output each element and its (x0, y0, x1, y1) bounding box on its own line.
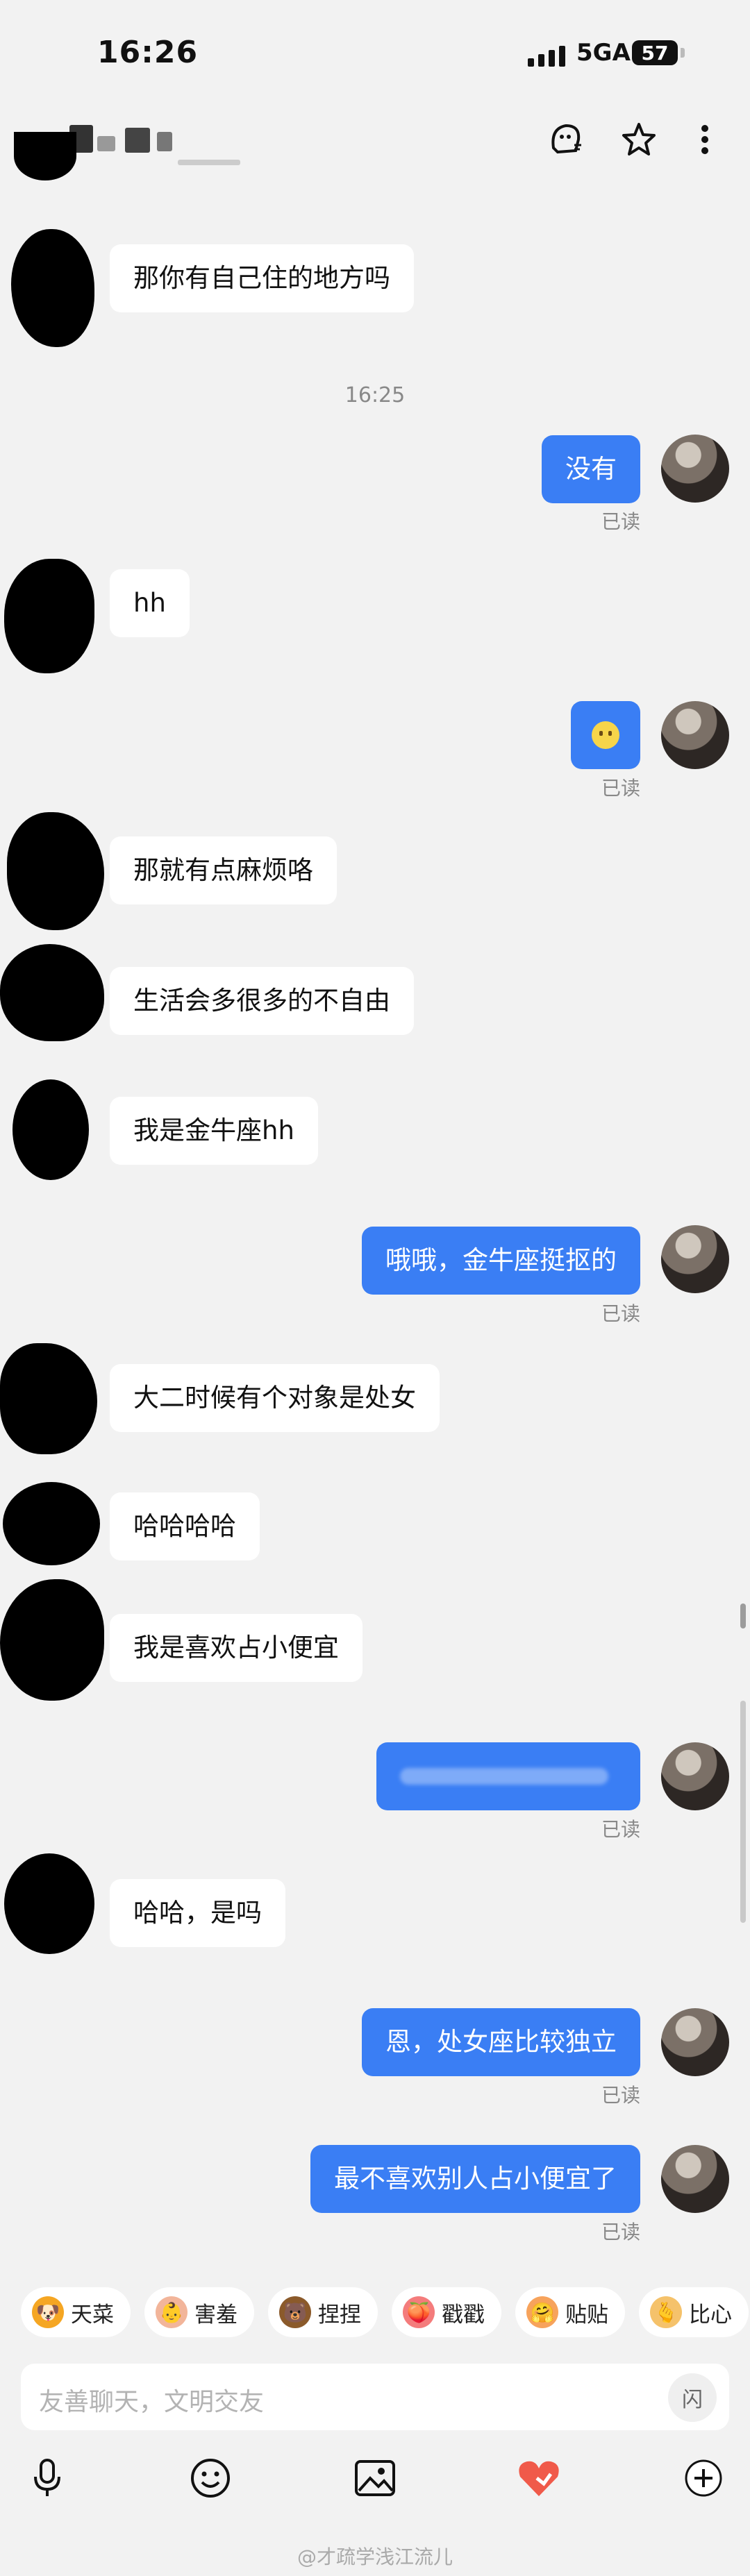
chip-label: 比心 (689, 2302, 732, 2327)
bear-icon: 🐻 (279, 2296, 311, 2328)
quick-reply-tietie[interactable]: 🤗 贴贴 (515, 2287, 625, 2337)
finger-heart-icon: 🫰 (650, 2296, 682, 2328)
incoming-message[interactable]: 大二时候有个对象是处女 (110, 1364, 440, 1432)
plus-icon[interactable] (676, 2450, 731, 2506)
outgoing-message[interactable]: 没有 (542, 435, 640, 503)
read-receipt: 已读 (601, 1818, 640, 1841)
chat-header (0, 104, 750, 187)
incoming-message[interactable]: 生活会多很多的不自由 (110, 967, 414, 1035)
quick-reply-bixin[interactable]: 🫰 比心 (639, 2287, 749, 2337)
network-type: 5GA (576, 39, 631, 67)
my-avatar[interactable] (661, 435, 729, 503)
read-receipt: 已读 (601, 510, 640, 533)
chip-label: 害羞 (194, 2302, 238, 2327)
incoming-message[interactable]: 我是喜欢占小便宜 (110, 1614, 362, 1682)
quick-reply-haixiu[interactable]: 👶 害羞 (144, 2287, 254, 2337)
blurred-text (400, 1768, 608, 1785)
bottom-toolbar (0, 2443, 750, 2513)
outgoing-message-blurred[interactable] (376, 1742, 640, 1810)
incoming-message[interactable]: hh (110, 569, 190, 637)
read-receipt: 已读 (601, 2221, 640, 2244)
chip-label: 贴贴 (565, 2302, 608, 2327)
incoming-message[interactable]: 哈哈哈哈 (110, 1492, 260, 1560)
contact-avatar[interactable] (4, 559, 94, 673)
more-icon[interactable] (681, 115, 729, 164)
my-avatar[interactable] (661, 1225, 729, 1293)
flash-label: 闪 (682, 2388, 703, 2412)
read-receipt: 已读 (601, 1302, 640, 1325)
contact-avatar[interactable] (14, 132, 76, 180)
peach-icon: 🍑 (403, 2296, 435, 2328)
star-icon[interactable] (615, 115, 663, 164)
battery-level: 57 (641, 41, 669, 65)
outgoing-message[interactable]: 最不喜欢别人占小便宜了 (310, 2145, 640, 2213)
my-avatar[interactable] (661, 2008, 729, 2076)
read-receipt: 已读 (601, 777, 640, 800)
input-placeholder: 友善聊天，文明交友 (39, 2388, 265, 2416)
chip-label: 戳戳 (442, 2302, 485, 2327)
flash-chat-button[interactable]: 闪 (668, 2373, 717, 2422)
incoming-message[interactable]: 我是金牛座hh (110, 1097, 318, 1165)
incoming-message[interactable]: 哈哈，是吗 (110, 1879, 285, 1947)
contact-avatar[interactable] (0, 1343, 97, 1454)
read-receipt: 已读 (601, 2084, 640, 2107)
chip-label: 捏捏 (318, 2302, 361, 2327)
my-avatar[interactable] (661, 2145, 729, 2213)
my-avatar[interactable] (661, 1742, 729, 1810)
shy-baby-icon: 👶 (156, 2296, 188, 2328)
contact-avatar[interactable] (4, 1853, 94, 1954)
chip-label: 天菜 (71, 2302, 114, 2327)
watermark: @才疏学浅江流儿 (297, 2545, 453, 2568)
signal-icon (528, 46, 565, 67)
contact-avatar[interactable] (12, 1079, 89, 1180)
incoming-message[interactable]: 那你有自己住的地方吗 (110, 244, 414, 312)
outgoing-message[interactable]: 恩，处女座比较独立 (362, 2008, 640, 2076)
quick-reply-niennie[interactable]: 🐻 捏捏 (268, 2287, 378, 2337)
scrollbar[interactable] (740, 1701, 746, 1923)
scroll-marker (740, 1603, 746, 1628)
contact-avatar[interactable] (0, 1579, 104, 1701)
microphone-icon[interactable] (19, 2450, 75, 2506)
hug-icon: 🤗 (526, 2296, 558, 2328)
image-icon[interactable] (347, 2450, 403, 2506)
heart-gift-icon[interactable] (511, 2450, 567, 2506)
outgoing-message[interactable]: 哦哦，金牛座挺抠的 (362, 1227, 640, 1295)
message-input[interactable]: 友善聊天，文明交友 闪 (21, 2364, 729, 2430)
outgoing-message[interactable] (571, 701, 640, 769)
ai-assistant-icon[interactable] (542, 115, 590, 164)
dog-face-icon: 🐶 (32, 2296, 64, 2328)
battery-icon: 57 (632, 40, 685, 65)
contact-avatar[interactable] (0, 944, 104, 1041)
contact-avatar[interactable] (7, 812, 104, 930)
incoming-message[interactable]: 那就有点麻烦咯 (110, 836, 337, 904)
quick-reply-tiancai[interactable]: 🐶 天菜 (21, 2287, 131, 2337)
emoji-icon[interactable] (183, 2450, 238, 2506)
my-avatar[interactable] (661, 701, 729, 769)
contact-avatar[interactable] (3, 1482, 100, 1565)
quick-reply-chuochuo[interactable]: 🍑 戳戳 (392, 2287, 501, 2337)
status-bar: 16:26 5GA 57 (0, 0, 750, 104)
status-time: 16:26 (97, 35, 199, 70)
emoji-icon (592, 721, 619, 749)
quick-reply-bar: 🐶 天菜 👶 害羞 🐻 捏捏 🍑 戳戳 🤗 贴贴 🫰 比心 (0, 2287, 750, 2343)
message-timestamp: 16:25 (344, 383, 406, 407)
contact-avatar[interactable] (11, 229, 94, 347)
